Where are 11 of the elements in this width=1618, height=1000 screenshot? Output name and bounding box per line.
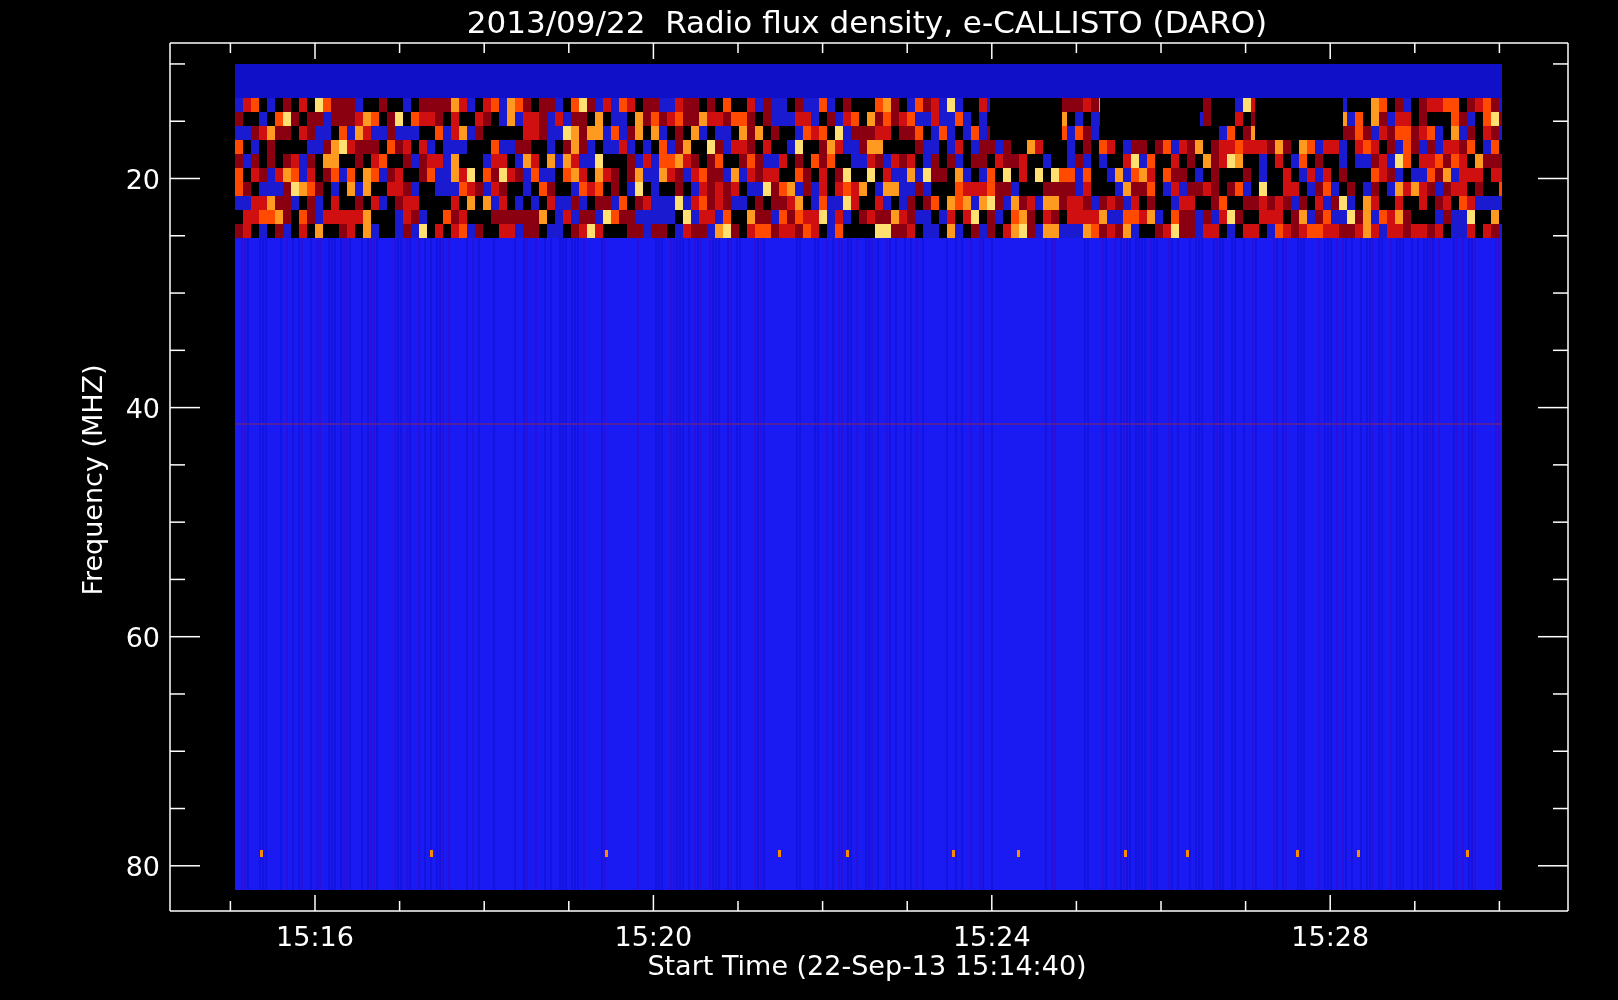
axis-label: Start Time (22-Sep-13 15:14:40) bbox=[647, 950, 1087, 981]
tick-label: 20 bbox=[125, 163, 160, 195]
tick-label: 15:28 bbox=[1291, 921, 1370, 952]
tick-label: 60 bbox=[125, 621, 160, 653]
axis-label: Frequency (MHZ) bbox=[77, 364, 108, 596]
tick-label: 15:24 bbox=[952, 921, 1031, 952]
tick-label: 15:20 bbox=[614, 921, 693, 952]
tick-label: 40 bbox=[125, 392, 160, 424]
tick-label: 15:16 bbox=[276, 921, 354, 952]
plot-title: 2013/09/22 Radio flux density, e-CALLISTO (DARO) bbox=[466, 4, 1268, 40]
tick-label: 80 bbox=[125, 850, 160, 882]
